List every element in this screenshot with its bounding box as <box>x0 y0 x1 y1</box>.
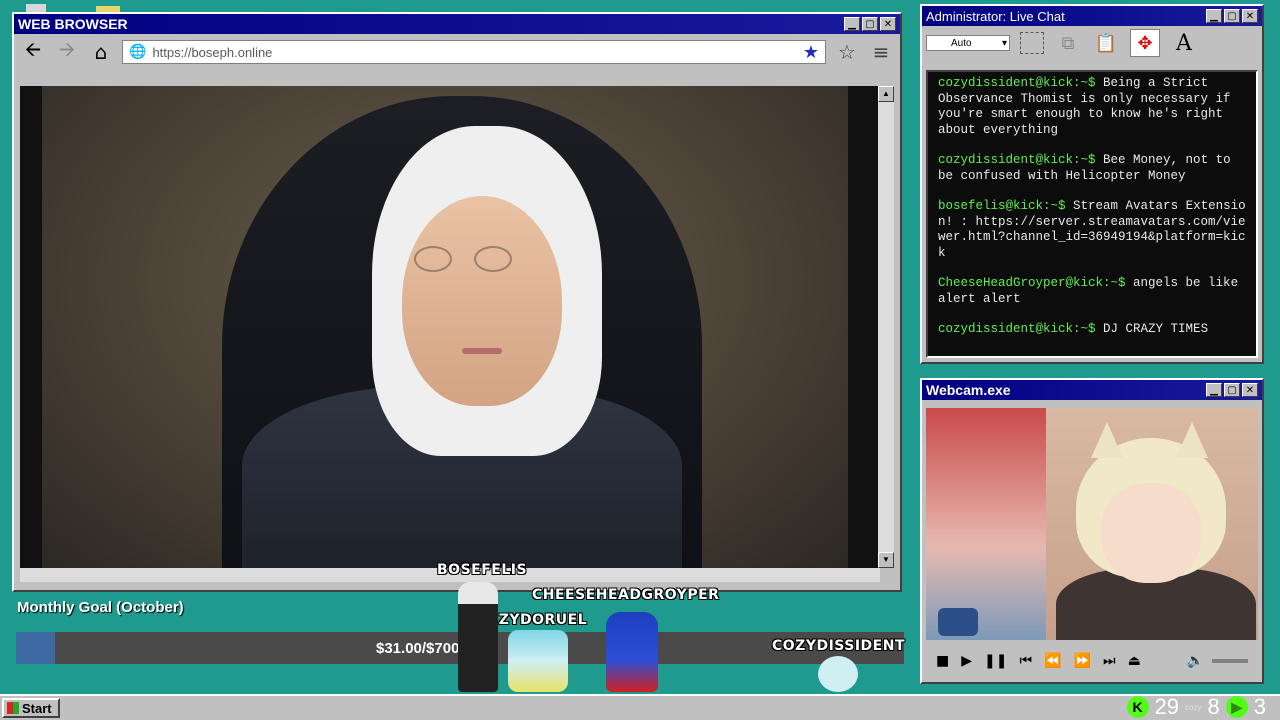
browser-navbar: 🡨 🡪 ⌂ 🌐 https://boseph.online ★ ☆ ≡ <box>14 34 900 70</box>
chat-username: cozydissident@kick:~$ <box>938 76 1096 90</box>
chat-message: cozydissident@kick:~$ Being a Strict Obs… <box>938 76 1246 138</box>
url-text: https://boseph.online <box>152 44 273 60</box>
minimize-button[interactable]: ▁ <box>1206 9 1222 23</box>
address-bar[interactable]: 🌐 https://boseph.online ★ <box>122 40 826 64</box>
stop-icon[interactable]: ■ <box>936 653 949 669</box>
chat-text: DJ CRAZY TIMES <box>1103 322 1209 336</box>
close-button[interactable]: ✕ <box>880 17 896 31</box>
skip-forward-icon[interactable]: ⏭ <box>1103 653 1116 669</box>
browser-titlebar[interactable]: WEB BROWSER ▁ ▢ ✕ <box>14 14 900 34</box>
browser-title: WEB BROWSER <box>18 16 128 32</box>
start-label: Start <box>22 700 52 716</box>
skip-back-icon[interactable]: ⏮ <box>1019 653 1032 669</box>
paste-icon[interactable]: 📋 <box>1092 30 1120 56</box>
goal-progress-fill <box>16 632 56 664</box>
chat-title: Administrator: Live Chat <box>926 8 1065 24</box>
vertical-scrollbar[interactable]: ▲ ▼ <box>878 86 894 568</box>
play-icon[interactable]: ▶ <box>961 653 972 669</box>
chat-username: bosefelis@kick:~$ <box>938 199 1066 213</box>
chat-message: CheeseHeadGroyper@kick:~$ angels be like… <box>938 276 1246 307</box>
windows-logo-icon <box>7 702 19 714</box>
fast-forward-icon[interactable]: ⏩ <box>1074 653 1091 669</box>
close-button[interactable]: ✕ <box>1242 9 1258 23</box>
system-tray: K 29 cozy 8 ▶ 3 <box>1126 694 1280 720</box>
scroll-up-icon[interactable]: ▲ <box>878 86 894 102</box>
webcam-titlebar[interactable]: Webcam.exe ▁ ▢ ✕ <box>922 380 1262 400</box>
font-size-select[interactable]: Auto ▾ <box>926 35 1010 51</box>
avatar-name-cozydissident: COZYDISSIDENT <box>772 638 905 654</box>
tray-count-2: 8 <box>1207 694 1220 719</box>
home-icon[interactable]: ⌂ <box>88 40 114 64</box>
chat-toolbar: Auto ▾ ⧉ 📋 ✥ A <box>922 26 1262 60</box>
rewind-icon[interactable]: ⏪ <box>1044 653 1061 669</box>
close-button[interactable]: ✕ <box>1242 383 1258 397</box>
minimize-button[interactable]: ▁ <box>844 17 860 31</box>
play-circle-icon[interactable]: ▶ <box>1225 696 1248 718</box>
chat-username: cozydissident@kick:~$ <box>938 322 1096 336</box>
font-icon[interactable]: A <box>1170 30 1198 56</box>
webcam-title: Webcam.exe <box>926 382 1011 398</box>
avatar-sprite-izydoruel[interactable] <box>508 630 568 692</box>
live-chat-window: Administrator: Live Chat ▁ ▢ ✕ Auto ▾ ⧉ … <box>920 4 1264 364</box>
maximize-button[interactable]: ▢ <box>1224 9 1240 23</box>
avatar-sprite-bosefelis[interactable] <box>458 582 498 692</box>
forward-arrow-icon[interactable]: 🡪 <box>54 35 80 69</box>
font-size-value: Auto <box>951 37 972 49</box>
chat-titlebar[interactable]: Administrator: Live Chat ▁ ▢ ✕ <box>922 6 1262 26</box>
page-viewport[interactable] <box>20 86 880 568</box>
goal-label: Monthly Goal (October) <box>17 599 184 616</box>
globe-icon: 🌐 <box>129 44 147 60</box>
maximize-button[interactable]: ▢ <box>862 17 878 31</box>
webcam-feed-image <box>926 408 1258 640</box>
start-button[interactable]: Start <box>2 698 60 718</box>
chat-message: cozydissident@kick:~$ Bee Money, not to … <box>938 153 1246 184</box>
tray-count-3: 3 <box>1253 694 1266 719</box>
bookmark-star-filled-icon[interactable]: ★ <box>803 42 819 63</box>
volume-control[interactable]: 🔈 <box>1187 653 1248 669</box>
eject-icon[interactable]: ⏏ <box>1128 653 1141 669</box>
scroll-down-icon[interactable]: ▼ <box>878 552 894 568</box>
move-icon[interactable]: ✥ <box>1130 29 1160 57</box>
avatar-name-cheeseheadgroyper: CHEESEHEADGROYPER <box>532 587 720 603</box>
copy-icon[interactable]: ⧉ <box>1054 30 1082 56</box>
chat-message: cozydissident@kick:~$ DJ CRAZY TIMES <box>938 322 1246 338</box>
avatar-sprite-cheeseheadgroyper[interactable] <box>606 612 658 692</box>
back-arrow-icon[interactable]: 🡨 <box>20 35 46 69</box>
tray-mini-label: cozy <box>1185 702 1202 712</box>
chat-message: bosefelis@kick:~$ Stream Avatars Extensi… <box>938 199 1246 261</box>
media-controls: ■ ▶ ❚❚ ⏮ ⏪ ⏩ ⏭ ⏏ 🔈 <box>926 644 1258 678</box>
avatar-name-izydoruel: IZYDORUEL <box>493 612 588 628</box>
kick-logo-icon[interactable]: K <box>1126 696 1149 718</box>
select-region-icon[interactable] <box>1020 32 1044 54</box>
tray-count-1: 29 <box>1154 694 1180 719</box>
minimize-button[interactable]: ▁ <box>1206 383 1222 397</box>
webcam-window: Webcam.exe ▁ ▢ ✕ ■ ▶ ❚❚ ⏮ ⏪ ⏩ ⏭ ⏏ 🔈 <box>920 378 1264 684</box>
menu-icon[interactable]: ≡ <box>868 40 894 64</box>
speaker-icon: 🔈 <box>1186 653 1204 669</box>
avatar-name-bosefelis: BOSEFELIS <box>437 562 528 578</box>
chat-username: cozydissident@kick:~$ <box>938 153 1096 167</box>
volume-slider[interactable] <box>1212 659 1248 663</box>
chat-username: CheeseHeadGroyper@kick:~$ <box>938 276 1126 290</box>
pause-icon[interactable]: ❚❚ <box>984 653 1007 669</box>
nun-portrait-image <box>42 86 848 568</box>
chat-log[interactable]: cozydissident@kick:~$ Being a Strict Obs… <box>926 70 1258 358</box>
maximize-button[interactable]: ▢ <box>1224 383 1240 397</box>
chevron-down-icon: ▾ <box>1001 37 1007 49</box>
avatar-sprite-cozydissident[interactable] <box>818 656 858 692</box>
bookmark-star-icon[interactable]: ☆ <box>834 40 860 64</box>
taskbar: Start <box>0 694 1280 720</box>
browser-window: WEB BROWSER ▁ ▢ ✕ 🡨 🡪 ⌂ 🌐 https://boseph… <box>12 12 902 592</box>
